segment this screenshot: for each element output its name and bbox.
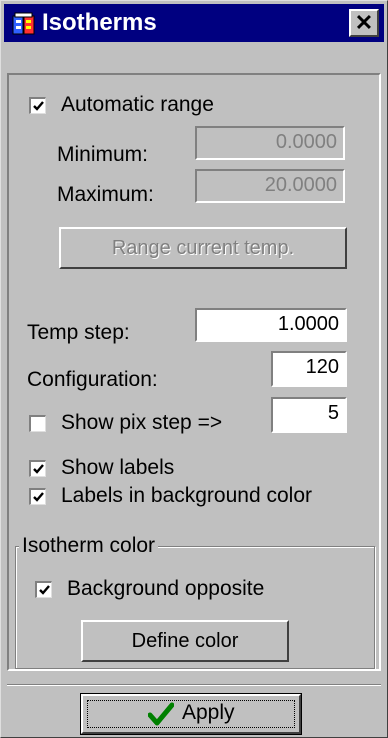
checkmark-icon (33, 492, 44, 502)
show-pix-step-checkbox[interactable] (29, 415, 46, 432)
background-opposite-checkbox[interactable] (35, 581, 52, 598)
temp-step-value: 1.0000 (277, 313, 339, 335)
close-icon: ✕ (354, 10, 374, 35)
minimum-value: 0.0000 (275, 131, 337, 153)
show-pix-step-label[interactable]: Show pix step => (61, 411, 222, 435)
pix-step-field[interactable]: 5 (271, 397, 347, 433)
define-color-label: Define color (131, 630, 239, 652)
configuration-label: Configuration: (27, 368, 158, 391)
configuration-field[interactable]: 120 (271, 351, 347, 387)
apply-label: Apply (181, 701, 235, 724)
apply-button[interactable]: Apply (80, 693, 302, 735)
checkmark-icon (39, 585, 50, 595)
checkmark-icon (147, 702, 174, 726)
pix-step-value: 5 (327, 402, 339, 424)
range-current-temp-button[interactable]: Range current temp. (59, 227, 347, 269)
minimum-label: Minimum: (57, 143, 149, 166)
define-color-button[interactable]: Define color (81, 620, 289, 662)
maximum-label: Maximum: (57, 183, 154, 206)
window-title: Isotherms (42, 9, 157, 36)
checkmark-icon (33, 101, 44, 111)
automatic-range-label[interactable]: Automatic range (61, 93, 214, 117)
isotherms-dialog: Isotherms ✕ Automatic range Minimum: 0.0… (0, 0, 388, 738)
automatic-range-checkbox[interactable] (29, 97, 46, 114)
background-opposite-label[interactable]: Background opposite (67, 577, 264, 601)
maximum-value: 20.0000 (264, 174, 337, 196)
isotherm-color-legend: Isotherm color (19, 534, 159, 558)
footer-separator (7, 684, 381, 686)
isotherm-app-icon (12, 12, 35, 35)
title-bar[interactable]: Isotherms ✕ (4, 4, 384, 42)
checkmark-icon (33, 464, 44, 474)
show-labels-checkbox[interactable] (29, 460, 46, 477)
close-button[interactable]: ✕ (349, 9, 379, 37)
configuration-value: 120 (305, 356, 339, 378)
show-labels-label[interactable]: Show labels (61, 456, 174, 480)
temp-step-label: Temp step: (27, 321, 130, 344)
range-current-temp-label: Range current temp. (111, 237, 295, 259)
maximum-field[interactable]: 20.0000 (195, 169, 345, 203)
labels-background-color-checkbox[interactable] (29, 488, 46, 505)
minimum-field[interactable]: 0.0000 (195, 126, 345, 160)
temp-step-field[interactable]: 1.0000 (195, 308, 347, 342)
labels-background-color-label[interactable]: Labels in background color (61, 484, 312, 508)
